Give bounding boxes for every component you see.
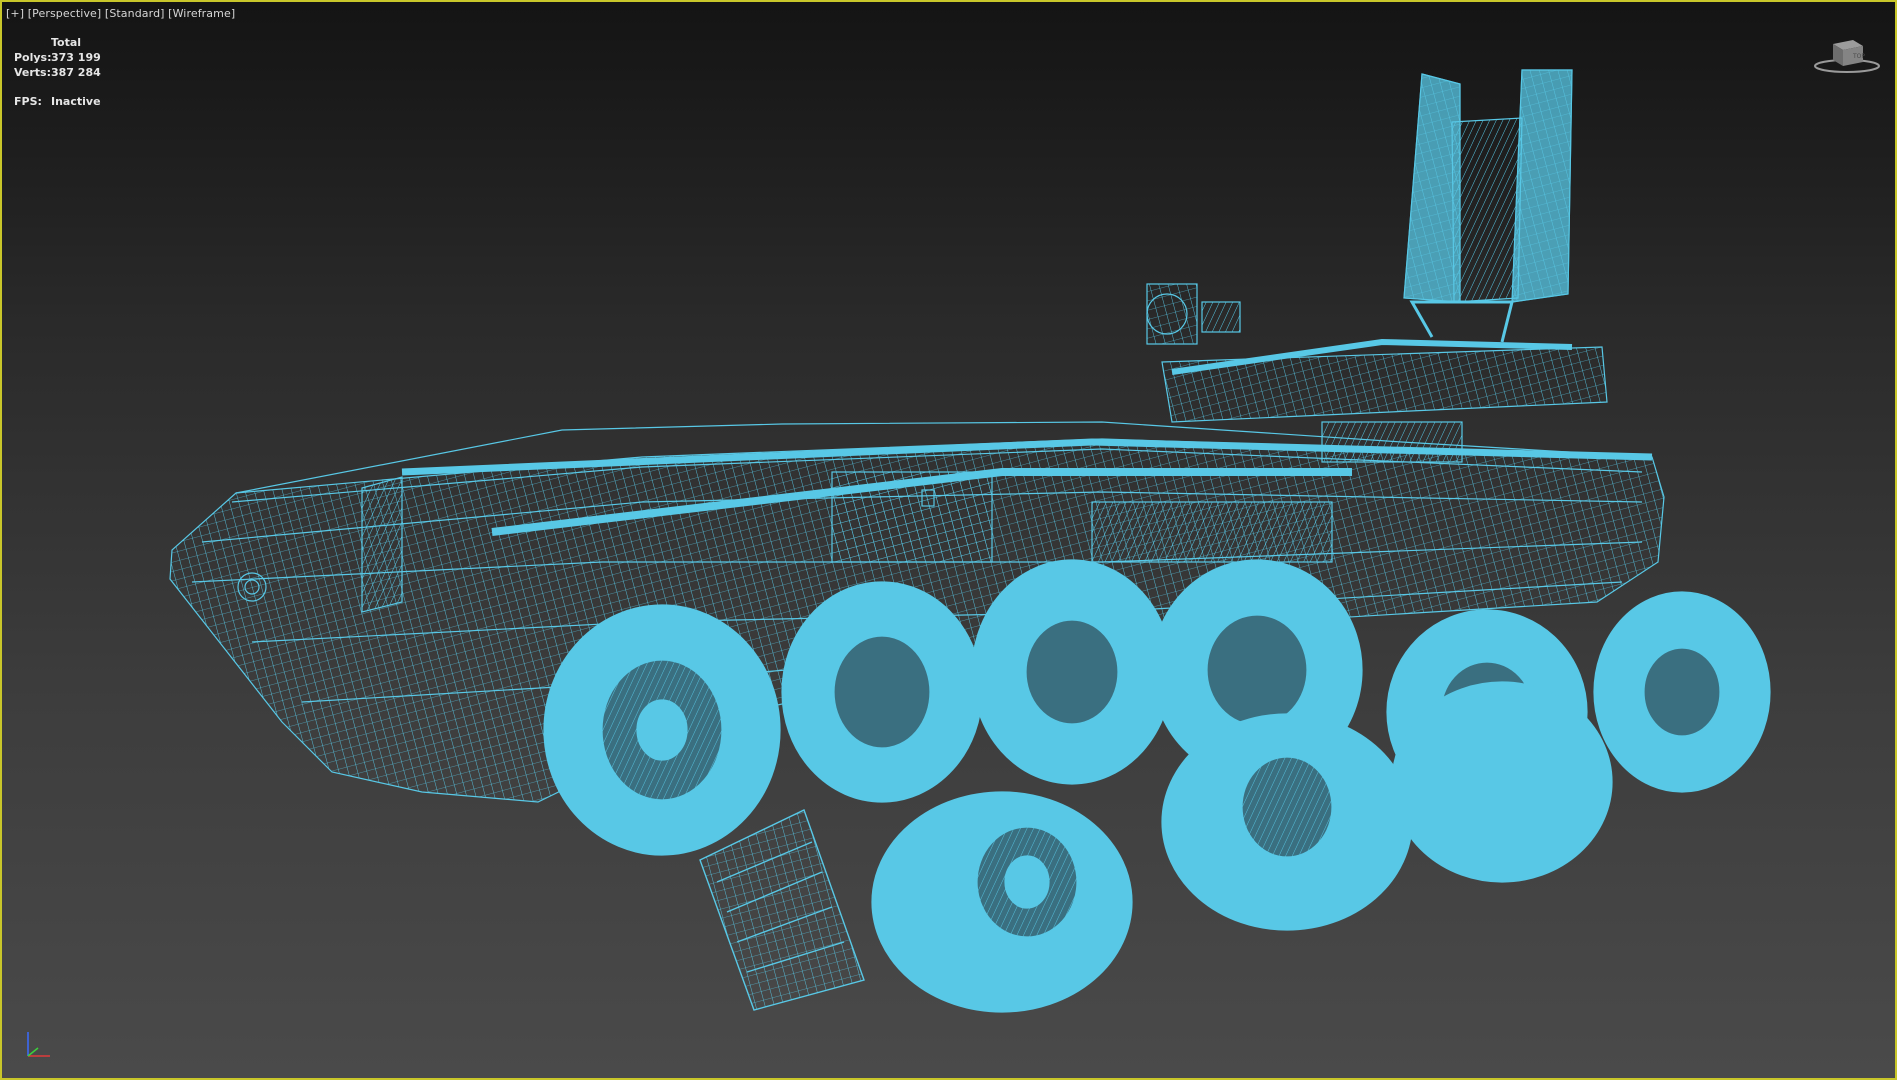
perspective-viewport[interactable]: [+] [Perspective] [Standard] [Wireframe]… bbox=[0, 0, 1897, 1080]
ladder-wireframe bbox=[699, 809, 865, 1011]
wheels-wireframe bbox=[543, 559, 1771, 1013]
wheel bbox=[1593, 591, 1771, 793]
wheel bbox=[781, 581, 983, 803]
axis-tripod-icon bbox=[16, 1026, 56, 1066]
wheel bbox=[1391, 681, 1613, 883]
wheel bbox=[971, 559, 1173, 785]
turret-wireframe bbox=[1146, 69, 1608, 463]
wireframe-vehicle-model[interactable] bbox=[2, 2, 1895, 1078]
